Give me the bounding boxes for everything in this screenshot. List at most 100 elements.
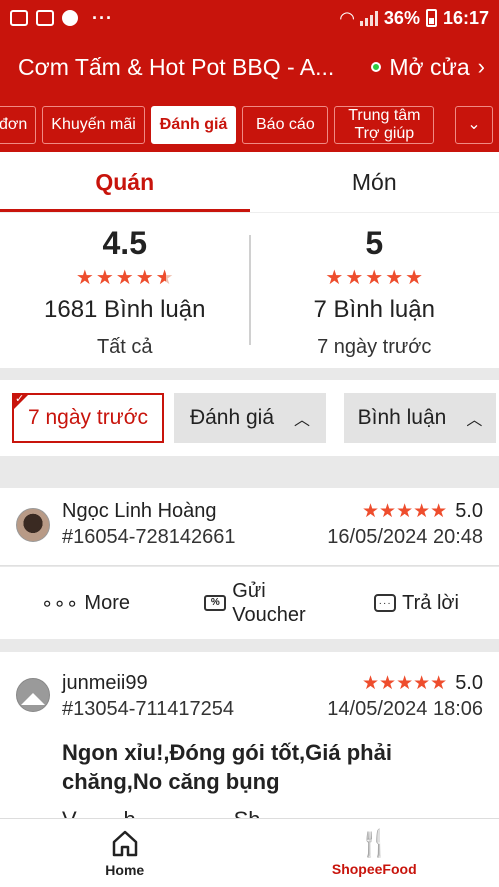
tab-reports-label: Báo cáo xyxy=(256,116,315,133)
star-icon: ★ xyxy=(405,267,424,289)
star-icon: ★ xyxy=(345,267,364,289)
dish-rating-summary[interactable]: 5 ★ ★ ★ ★ ★ 7 Bình luận 7 ngày trước xyxy=(250,213,499,368)
chevron-up-icon: ︿ xyxy=(466,412,483,429)
star-icon: ★ xyxy=(365,267,384,289)
reply-button[interactable]: ··· Trả lời xyxy=(374,592,459,615)
star-icon: ★ xyxy=(75,267,94,289)
reply-label: Trả lời xyxy=(402,591,459,614)
dish-score: 5 xyxy=(365,225,384,261)
filter-period-label: 7 ngày trước xyxy=(27,406,149,429)
more-tabs-button[interactable]: ⌄ xyxy=(455,106,493,144)
filter-period-button[interactable]: ✓ 7 ngày trước xyxy=(12,393,164,443)
voucher-icon: % xyxy=(204,595,227,611)
nav-home-label: Home xyxy=(105,862,145,878)
nav-home[interactable]: Home xyxy=(0,819,250,887)
tab-help-center-label-1: Trung tâm xyxy=(348,107,421,124)
review-filters: ✓ 7 ngày trước Đánh giá ︿ Bình luận ︿ xyxy=(0,380,499,456)
store-period: Tất cả xyxy=(96,336,153,358)
more-button[interactable]: ∘∘∘ More xyxy=(0,591,130,616)
section-tabs: đơn Khuyến mãi Đánh giá Báo cáo Trung tâ… xyxy=(0,98,499,152)
filter-comment-dropdown[interactable]: Bình luận ︿ xyxy=(344,393,496,443)
half-star-icon: ★ xyxy=(156,268,174,288)
avatar-placeholder-icon[interactable] xyxy=(16,678,50,712)
star-icon: ★ xyxy=(95,267,114,289)
dish-period: 7 ngày trước xyxy=(317,336,432,358)
nav-shopeefood-label: ShopeeFood xyxy=(331,861,417,877)
tab-orders[interactable]: đơn xyxy=(0,106,37,144)
battery-percent: 36% xyxy=(383,7,420,28)
ellipsis-icon: ∘∘∘ xyxy=(40,592,79,615)
tab-reviews-label: Đánh giá xyxy=(159,116,228,133)
review-star-rating: ★★★★★ 5.0 xyxy=(362,672,483,695)
tab-help-center-label-2: Trợ giúp xyxy=(354,125,415,142)
order-id: #16054-728142661 xyxy=(62,526,236,548)
dish-star-rating: ★ ★ ★ ★ ★ xyxy=(325,268,423,288)
star-icon: ★★★★★ xyxy=(362,673,448,694)
bottom-navigation: Home 🍴 ShopeeFood xyxy=(0,818,499,887)
filter-rating-dropdown[interactable]: Đánh giá ︿ xyxy=(174,393,326,443)
review-score: 5.0 xyxy=(455,672,483,694)
store-rating-summary[interactable]: 4.5 ★★★★★ 1681 Bình luận Tất cả xyxy=(0,213,250,368)
clock: 16:17 xyxy=(442,7,489,28)
nav-shopeefood[interactable]: 🍴 ShopeeFood xyxy=(250,819,499,887)
review-score: 5.0 xyxy=(455,500,483,522)
star-icon: ★ xyxy=(385,267,404,289)
review-actions: ∘∘∘ More % Gửi Voucher ··· Trả lời xyxy=(0,567,499,639)
signal-icon xyxy=(359,10,378,26)
order-id: #13054-711417254 xyxy=(62,698,235,720)
store-title: Cơm Tấm & Hot Pot BBQ - A... xyxy=(18,53,335,80)
send-voucher-button[interactable]: % Gửi Voucher xyxy=(170,579,340,627)
chevron-right-icon: › xyxy=(477,54,485,79)
filter-rating-label: Đánh giá xyxy=(189,406,275,429)
reviewer-name: junmeii99 xyxy=(62,672,148,694)
tab-store-label: Quán xyxy=(95,168,155,195)
tab-reports[interactable]: Báo cáo xyxy=(242,106,329,144)
more-label: More xyxy=(84,591,130,614)
circle-app-icon xyxy=(62,10,78,26)
chat-icon: ··· xyxy=(374,594,397,612)
review-type-tabs: Quán Món xyxy=(0,152,499,212)
star-icon: ★★★★★ xyxy=(362,501,448,522)
tab-promotions[interactable]: Khuyến mãi xyxy=(42,106,145,144)
message-icon xyxy=(36,10,54,26)
tab-store[interactable]: Quán xyxy=(0,152,250,212)
store-header: Cơm Tấm & Hot Pot BBQ - A... Mở cửa › xyxy=(0,36,499,98)
dish-review-count: 7 Bình luận xyxy=(313,296,435,323)
star-icon: ★ xyxy=(325,267,344,289)
rating-summary: 4.5 ★★★★★ 1681 Bình luận Tất cả 5 ★★★★★ … xyxy=(0,212,499,368)
star-icon: ★ xyxy=(135,267,154,289)
open-status-label: Mở cửa xyxy=(389,53,470,80)
star-icon: ★ xyxy=(115,267,134,289)
open-status-dot-icon xyxy=(371,62,382,72)
store-star-rating: ★ ★ ★ ★ ★ xyxy=(76,268,174,288)
review-date: 14/05/2024 18:06 xyxy=(327,698,483,720)
store-score: 4.5 xyxy=(102,225,147,261)
filter-comment-label: Bình luận xyxy=(357,406,447,429)
review-date: 16/05/2024 20:48 xyxy=(327,526,483,548)
notification-dots: ··· xyxy=(92,7,113,28)
fork-knife-icon: 🍴 xyxy=(358,828,391,858)
home-icon xyxy=(112,830,137,857)
reviewer-name: Ngọc Linh Hoàng xyxy=(62,500,217,522)
tab-promotions-label: Khuyến mãi xyxy=(51,116,136,133)
review-comment: Ngon xỉu!,Đóng gói tốt,Giá phải chăng,No… xyxy=(62,740,392,794)
summary-divider xyxy=(249,235,251,345)
tab-reviews[interactable]: Đánh giá xyxy=(150,106,237,144)
tab-dish-label: Món xyxy=(351,168,397,195)
status-bar: ··· ◠ 36% 16:17 xyxy=(0,0,499,36)
tab-help-center[interactable]: Trung tâm Trợ giúp xyxy=(334,106,435,144)
open-status-button[interactable]: Mở cửa › xyxy=(371,54,485,81)
tab-orders-label: đơn xyxy=(0,116,28,133)
chevron-down-icon: ⌄ xyxy=(467,116,481,133)
send-voucher-label-2: Voucher xyxy=(232,604,306,626)
store-review-count: 1681 Bình luận xyxy=(44,296,206,323)
chevron-up-icon: ︿ xyxy=(294,412,311,429)
check-icon: ✓ xyxy=(15,393,25,405)
review-star-rating: ★★★★★ 5.0 xyxy=(362,500,483,523)
review-card: Ngọc Linh Hoàng #16054-728142661 ★★★★★ 5… xyxy=(0,488,499,566)
send-voucher-label-1: Gửi xyxy=(232,580,266,602)
gallery-icon xyxy=(10,10,28,26)
wifi-icon: ◠ xyxy=(340,7,354,28)
avatar[interactable] xyxy=(16,508,50,542)
tab-dish[interactable]: Món xyxy=(250,152,499,212)
